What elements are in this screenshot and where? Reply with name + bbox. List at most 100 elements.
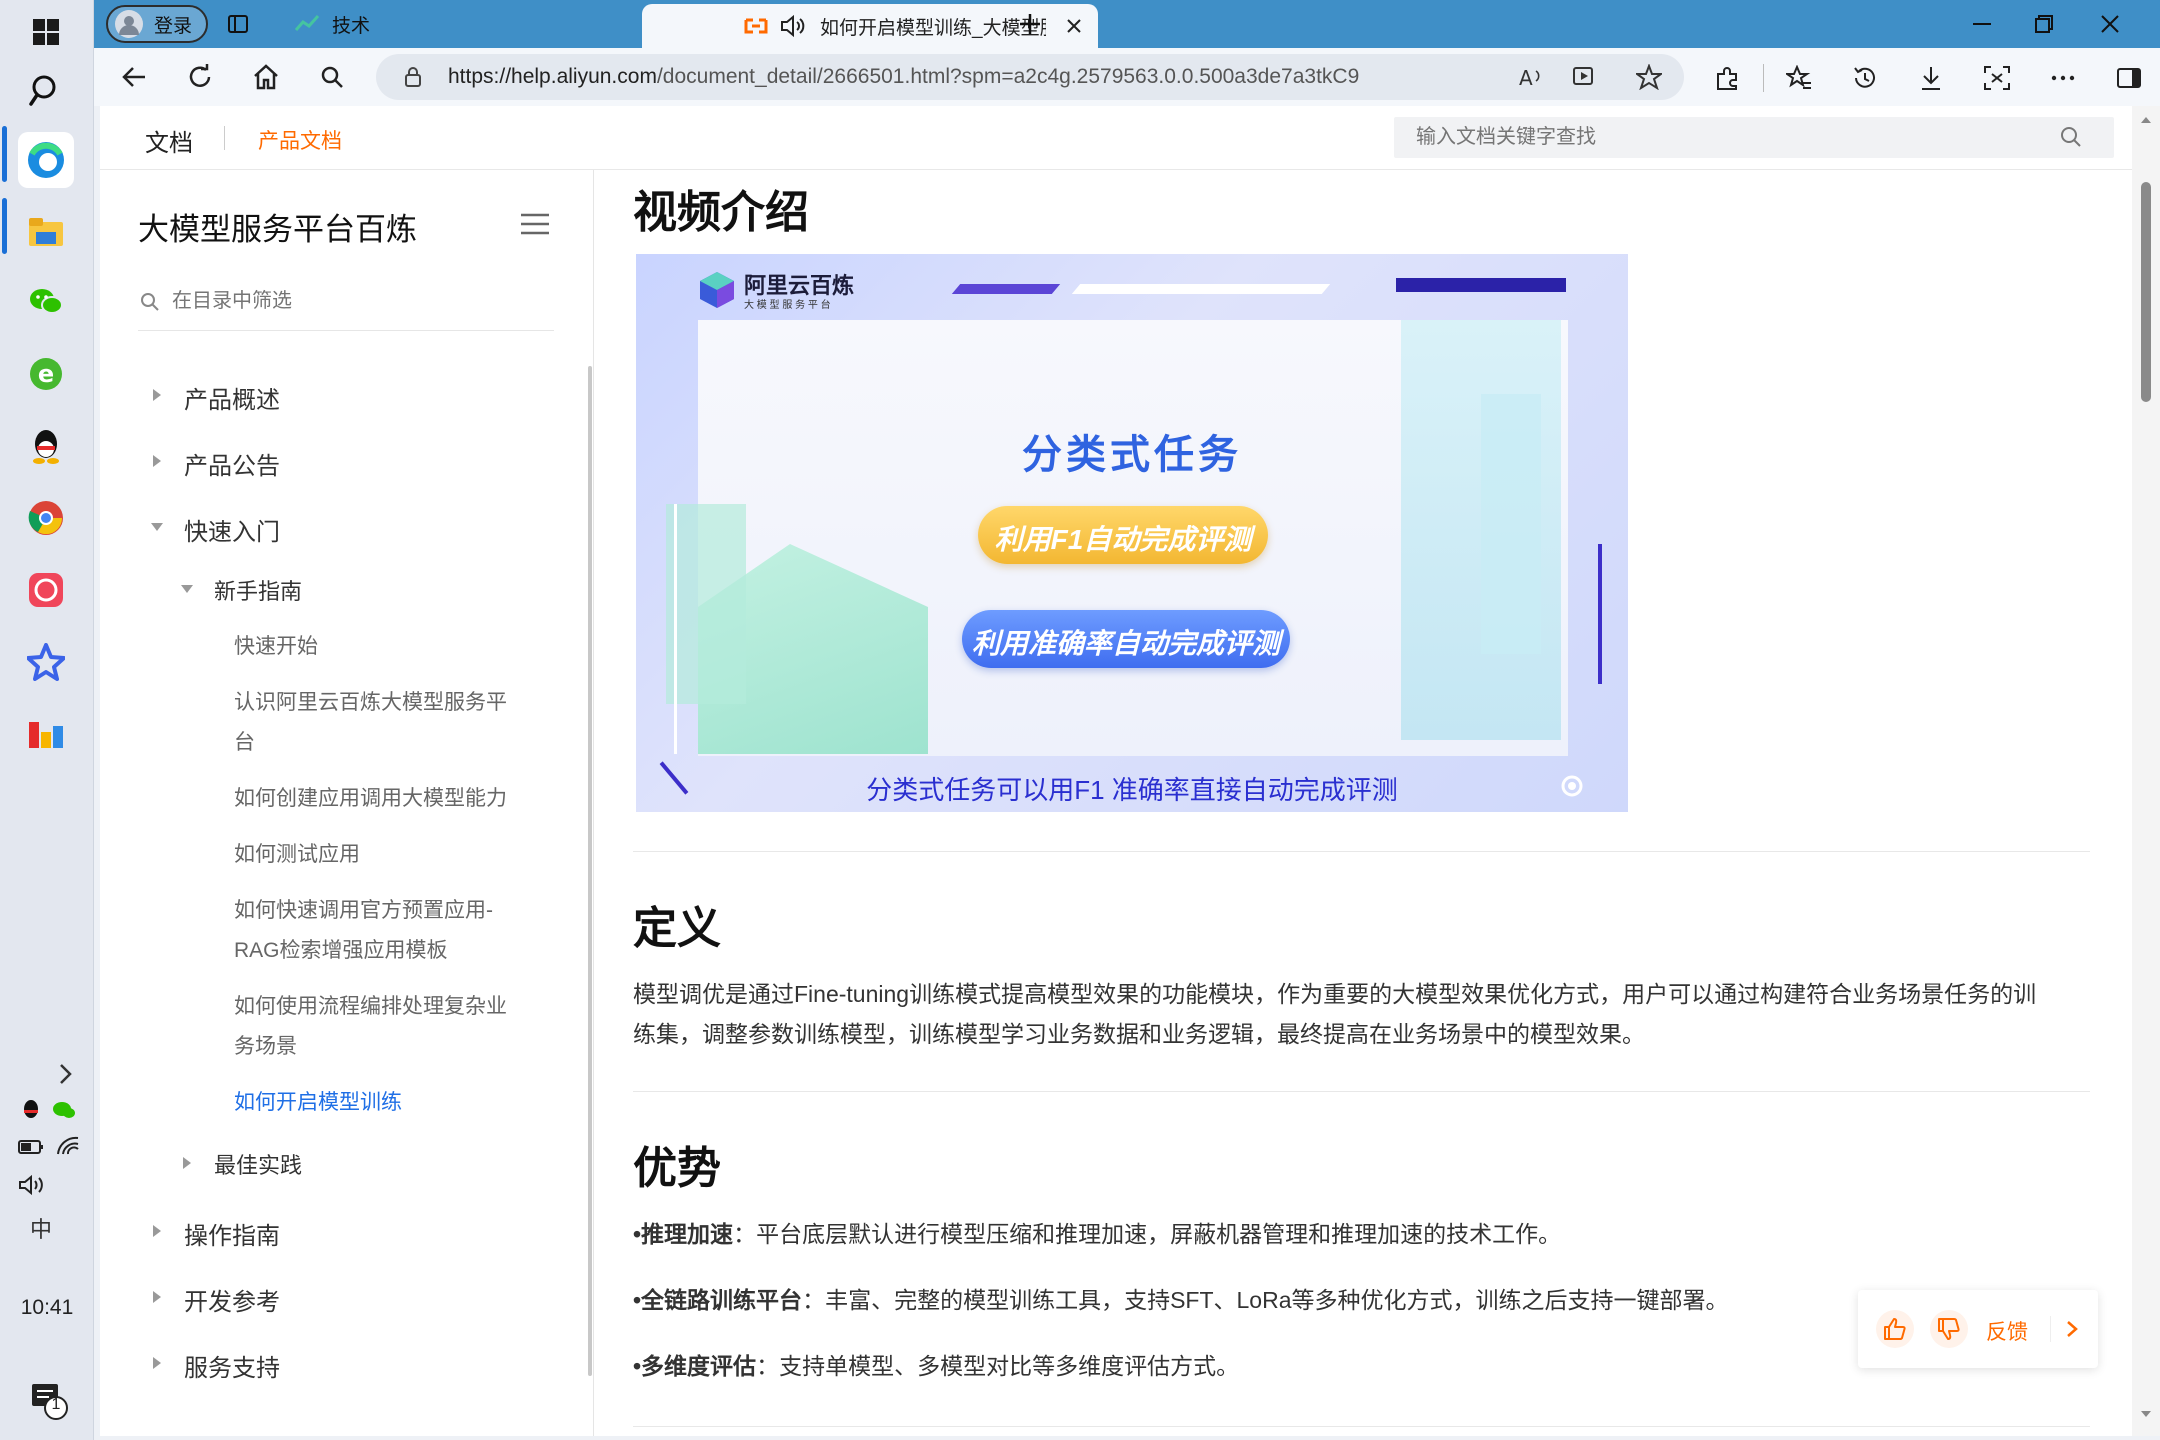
sidebar-item-test-app[interactable]: 如何测试应用 (234, 838, 360, 868)
sidebar-item-flow-orchestration[interactable]: 如何使用流程编排处理复杂业 (234, 990, 507, 1020)
sidebar-item-quick-start[interactable]: 快速开始 (234, 630, 318, 660)
caret-down-icon[interactable] (180, 584, 194, 594)
refresh-icon[interactable] (184, 61, 216, 93)
browser-e-icon[interactable]: e (18, 346, 74, 402)
music-app-icon[interactable] (18, 562, 74, 618)
qq-icon[interactable] (18, 418, 74, 474)
doc-search-box[interactable] (1394, 117, 2114, 158)
caret-right-icon[interactable] (152, 1356, 162, 1370)
screenshot-icon[interactable] (1980, 61, 2014, 95)
favorite-star-icon[interactable] (1634, 62, 1664, 92)
sidebar-item-rag-template-cont[interactable]: RAG检索增强应用模板 (234, 934, 448, 964)
filter-search-icon (141, 293, 159, 311)
sidebar-item-beginner-guide[interactable]: 新手指南 (214, 574, 302, 606)
sidebar-item-model-training-active[interactable]: 如何开启模型训练 (234, 1086, 402, 1116)
profile-button[interactable]: 登录 (106, 5, 209, 43)
caret-right-icon[interactable] (182, 1156, 192, 1170)
caret-right-icon[interactable] (152, 388, 162, 402)
taskbar-clock[interactable]: 10:41 (0, 1296, 94, 1320)
sidebar-item-support[interactable]: 服务支持 (184, 1348, 280, 1383)
doc-sidebar: 大模型服务平台百炼 产品概述 产品公告 快速入门 新手指南 快速开始 认识阿里云… (100, 170, 594, 1436)
sidebar-scrollbar[interactable] (588, 366, 592, 1376)
volume-icon[interactable] (18, 1174, 48, 1196)
sidebar-item-create-app[interactable]: 如何创建应用调用大模型能力 (234, 782, 507, 812)
advantage-item: •多维度评估：支持单模型、多模型对比等多维度评估方式。 (633, 1346, 1239, 1386)
close-window-icon[interactable] (2094, 8, 2126, 40)
chevron-right-icon[interactable] (58, 1062, 74, 1086)
battery-icon[interactable] (18, 1138, 44, 1156)
url-text[interactable]: https://help.aliyun.com/document_detail/… (448, 65, 1359, 89)
extensions-icon[interactable] (1710, 61, 1744, 95)
advantage-title: •推理加速 (633, 1221, 734, 1247)
wifi-icon[interactable] (54, 1134, 80, 1156)
thumbs-up-icon[interactable] (1876, 1310, 1914, 1348)
search-page-icon[interactable] (316, 61, 348, 93)
avatar-icon (115, 10, 143, 38)
star-app-icon[interactable] (18, 634, 74, 690)
sidebar-item-operation-guide[interactable]: 操作指南 (184, 1216, 280, 1251)
chrome-icon[interactable] (18, 490, 74, 546)
read-aloud-icon[interactable]: A (1516, 62, 1546, 92)
feedback-label[interactable]: 反馈 (1986, 1316, 2028, 1346)
definition-line-1: 模型调优是通过Fine-tuning训练模式提高模型效果的功能模块，作为重要的大… (633, 981, 2037, 1007)
immersive-reader-icon[interactable] (1570, 62, 1600, 92)
qq-tray-icon[interactable] (20, 1098, 42, 1122)
ime-indicator[interactable]: 中 (30, 1212, 52, 1244)
sidebar-item-best-practice[interactable]: 最佳实践 (214, 1148, 302, 1180)
favorites-icon[interactable] (1782, 61, 1816, 95)
wechat-icon[interactable] (18, 274, 74, 330)
search-icon[interactable] (2060, 126, 2082, 148)
tab-active-label: 如何开启模型训练_大模型服 (820, 17, 1046, 39)
minimize-icon[interactable] (1966, 8, 1998, 40)
audio-playing-icon (781, 14, 805, 38)
lock-icon[interactable] (402, 66, 424, 88)
sidebar-item-overview[interactable]: 产品概述 (184, 380, 280, 415)
svg-text:A: A (1519, 66, 1533, 89)
sidebar-item-know-bailian-cont[interactable]: 台 (234, 726, 255, 756)
sidebar-item-quickstart[interactable]: 快速入门 (184, 512, 280, 547)
aliyun-favicon-icon (744, 18, 768, 34)
history-icon[interactable] (1848, 61, 1882, 95)
sidebar-item-flow-orchestration-cont[interactable]: 务场景 (234, 1030, 297, 1060)
caret-right-icon[interactable] (152, 454, 162, 468)
menu-icon[interactable] (520, 212, 550, 236)
sidebar-item-rag-template[interactable]: 如何快速调用官方预置应用- (234, 894, 493, 924)
sidebar-item-announcements[interactable]: 产品公告 (184, 446, 280, 481)
file-explorer-icon[interactable] (18, 204, 74, 260)
page-scrollbar[interactable] (2132, 106, 2160, 1436)
windows-start-icon[interactable] (18, 4, 74, 60)
advantage-title: •多维度评估 (633, 1353, 757, 1379)
nav-docs-link[interactable]: 文档 (145, 123, 193, 158)
address-bar[interactable]: https://help.aliyun.com/document_detail/… (376, 54, 1684, 100)
video-brand-sub: 大 模 型 服 务 平 台 (744, 300, 831, 311)
advantage-text: ：支持单模型、多模型对比等多维度评估方式。 (756, 1353, 1240, 1379)
doc-search-input[interactable] (1416, 121, 2036, 153)
advantages-heading: 优势 (633, 1143, 721, 1194)
thumbs-down-icon[interactable] (1930, 1310, 1968, 1348)
edge-browser-icon[interactable] (18, 132, 74, 188)
nav-product-docs-link[interactable]: 产品文档 (258, 125, 342, 155)
tab-actions-icon[interactable] (224, 10, 252, 38)
restore-icon[interactable] (2028, 8, 2060, 40)
advantage-title: •全链路训练平台 (633, 1287, 803, 1313)
back-icon[interactable] (118, 61, 150, 93)
new-tab-icon[interactable] (1014, 8, 1046, 40)
more-options-icon[interactable] (2046, 61, 2080, 95)
chart-app-icon[interactable] (18, 706, 74, 762)
wechat-tray-icon[interactable] (52, 1100, 76, 1120)
home-icon[interactable] (250, 61, 282, 93)
sidebar-toggle-icon[interactable] (2112, 61, 2146, 95)
scrollbar-thumb[interactable] (2141, 182, 2151, 402)
sidebar-item-dev-reference[interactable]: 开发参考 (184, 1282, 280, 1317)
caret-right-icon[interactable] (152, 1290, 162, 1304)
chevron-right-icon[interactable] (2066, 1320, 2078, 1338)
search-icon[interactable] (18, 62, 74, 118)
profile-label: 登录 (154, 15, 193, 37)
downloads-icon[interactable] (1914, 61, 1948, 95)
caret-right-icon[interactable] (152, 1224, 162, 1238)
caret-down-icon[interactable] (150, 522, 164, 532)
sidebar-filter-input[interactable] (172, 284, 532, 318)
video-player[interactable]: 阿里云百炼 大 模 型 服 务 平 台 分类式任务 利用F1自动完成评测 利用准… (636, 254, 1628, 812)
notification-icon[interactable]: 1 (30, 1382, 70, 1422)
sidebar-item-know-bailian[interactable]: 认识阿里云百炼大模型服务平 (234, 686, 507, 716)
